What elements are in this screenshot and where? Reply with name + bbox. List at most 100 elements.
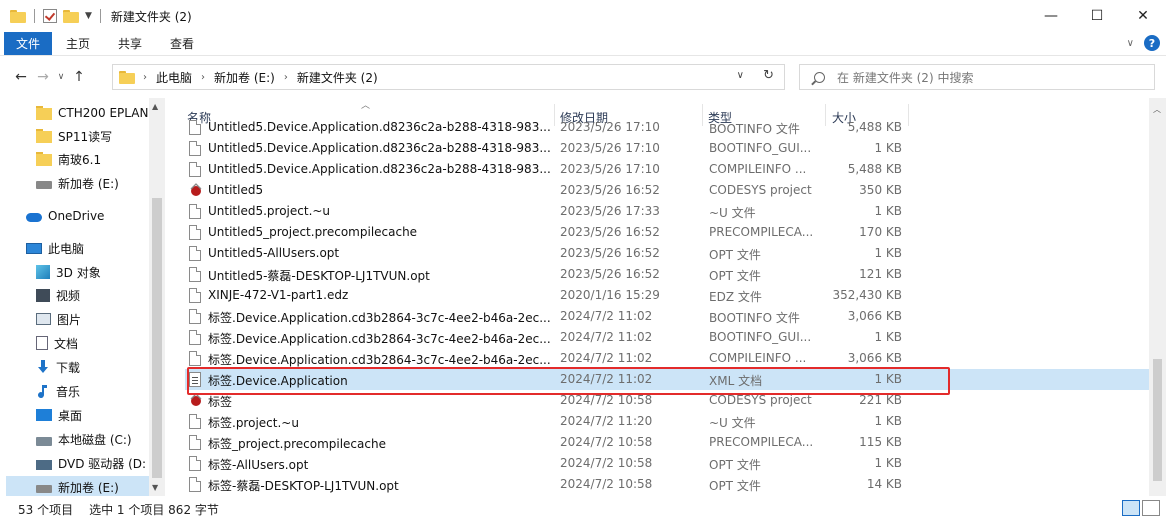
table-row[interactable]: 标签.Device.Application.cd3b2864-3c7c-4ee2… — [185, 327, 1151, 348]
forward-arrow-icon[interactable]: → — [32, 69, 54, 85]
breadcrumb-current-folder[interactable]: 新建文件夹 (2) — [297, 69, 378, 86]
table-row[interactable]: Untitled5.Device.Application.d8236c2a-b2… — [185, 138, 1151, 159]
tab-file[interactable]: 文件 — [4, 32, 53, 55]
file-icon — [189, 120, 201, 135]
file-icon — [189, 246, 201, 261]
minimize-button[interactable]: — — [1028, 0, 1074, 32]
dvd-drive-icon — [36, 459, 52, 470]
customize-toolbar-arrow-icon[interactable]: ▼ — [85, 11, 92, 21]
table-row[interactable]: 标签-AllUsers.opt 2024/7/2 10:58 OPT 文件 1 … — [185, 453, 1151, 474]
table-row-selected[interactable]: 标签.Device.Application 2024/7/2 11:02 XML… — [185, 369, 1151, 390]
scroll-up-arrow-icon[interactable]: ︿ — [1153, 104, 1161, 115]
desktop-icon — [36, 409, 52, 421]
breadcrumb-this-pc[interactable]: 此电脑 — [156, 69, 192, 86]
file-icon — [189, 330, 201, 345]
item-count: 53 个项目 — [18, 502, 74, 517]
drive-icon — [36, 181, 52, 189]
file-icon — [189, 309, 201, 324]
breadcrumb-separator-icon[interactable]: › — [201, 72, 205, 83]
scroll-up-arrow-icon[interactable]: ▲ — [152, 102, 158, 111]
table-row[interactable]: 标签.project.~u 2024/7/2 11:20 ~U 文件 1 KB — [185, 411, 1151, 432]
nav-scroll-thumb[interactable] — [152, 198, 162, 478]
file-icon — [189, 141, 201, 156]
properties-icon[interactable] — [43, 9, 57, 23]
help-icon[interactable]: ? — [1144, 35, 1160, 51]
codesys-icon — [189, 393, 203, 407]
details-view-icon[interactable] — [1122, 500, 1140, 516]
file-icon — [189, 288, 201, 303]
search-box[interactable]: 在 新建文件夹 (2) 中搜索 — [799, 64, 1155, 90]
documents-icon — [36, 336, 48, 350]
table-row[interactable]: XINJE-472-V1-part1.edz 2020/1/16 15:29 E… — [185, 285, 1151, 306]
download-icon — [36, 360, 50, 374]
large-icons-view-icon[interactable] — [1142, 500, 1160, 516]
table-row[interactable]: Untitled5_project.precompilecache 2023/5… — [185, 222, 1151, 243]
folder-icon — [36, 106, 52, 120]
table-row[interactable]: 标签-蔡磊-DESKTOP-LJ1TVUN.opt 2024/7/2 10:58… — [185, 474, 1151, 495]
table-row[interactable]: Untitled5.Device.Application.d8236c2a-b2… — [185, 117, 1151, 138]
file-icon — [189, 435, 201, 450]
toolbar-divider — [99, 9, 101, 23]
title-bar: ▼ 新建文件夹 (2) — ☐ ✕ — [0, 0, 1166, 32]
table-row[interactable]: 标签_project.precompilecache 2024/7/2 10:5… — [185, 432, 1151, 453]
pictures-icon — [36, 313, 51, 325]
file-icon — [189, 162, 201, 177]
table-row[interactable]: 标签.Device.Application.cd3b2864-3c7c-4ee2… — [185, 348, 1151, 369]
folder-icon — [10, 9, 26, 23]
file-list-scroll-thumb[interactable] — [1153, 359, 1162, 481]
sort-ascending-icon: ︿ — [361, 101, 371, 111]
table-row[interactable]: Untitled5-蔡磊-DESKTOP-LJ1TVUN.opt 2023/5/… — [185, 264, 1151, 285]
video-icon — [36, 288, 50, 302]
file-list: ︿ 名称 修改日期 类型 大小 Untitled5.Device.Applica… — [165, 98, 1166, 496]
tab-share[interactable]: 共享 — [104, 32, 156, 55]
file-icon — [189, 225, 201, 240]
breadcrumb-separator-icon[interactable]: › — [284, 72, 288, 83]
table-row[interactable]: Untitled5-AllUsers.opt 2023/5/26 16:52 O… — [185, 243, 1151, 264]
breadcrumb-drive-e[interactable]: 新加卷 (E:) — [214, 69, 275, 86]
file-icon — [189, 351, 201, 366]
address-history-chevron-icon[interactable]: ∨ — [737, 70, 744, 81]
folder-icon — [36, 152, 52, 166]
back-arrow-icon[interactable]: ← — [10, 69, 32, 85]
breadcrumb-separator-icon[interactable]: › — [143, 72, 147, 83]
quick-access-toolbar: ▼ — [0, 9, 103, 23]
refresh-icon[interactable]: ↻ — [763, 68, 774, 83]
table-row[interactable]: 标签 2024/7/2 10:58 CODESYS project 221 KB — [185, 390, 1151, 411]
tab-view[interactable]: 查看 — [156, 32, 208, 55]
drive-icon — [36, 485, 52, 493]
this-pc-icon — [26, 243, 42, 254]
3d-objects-icon — [36, 265, 50, 279]
folder-icon — [119, 70, 135, 84]
folder-icon — [36, 129, 52, 143]
nav-item-drive-e-selected[interactable]: 新加卷 (E:) — [6, 476, 149, 498]
music-icon — [36, 384, 50, 399]
address-bar[interactable]: › 此电脑 › 新加卷 (E:) › 新建文件夹 (2) ∨ ↻ — [112, 64, 785, 90]
table-row[interactable]: Untitled5.Device.Application.d8236c2a-b2… — [185, 159, 1151, 180]
xml-document-icon — [189, 372, 201, 387]
onedrive-icon — [26, 213, 42, 222]
new-folder-icon[interactable] — [63, 9, 79, 23]
local-disk-icon — [36, 436, 52, 446]
selection-info: 选中 1 个项目 862 字节 — [89, 502, 219, 517]
file-icon — [189, 456, 201, 471]
window-title: 新建文件夹 (2) — [110, 9, 192, 24]
file-icon — [189, 204, 201, 219]
maximize-button[interactable]: ☐ — [1074, 0, 1120, 32]
search-placeholder: 在 新建文件夹 (2) 中搜索 — [837, 70, 974, 85]
codesys-icon — [189, 183, 203, 197]
file-list-scrollbar[interactable]: ︿ — [1149, 98, 1166, 496]
up-arrow-icon[interactable]: ↑ — [68, 69, 90, 85]
table-row[interactable]: 标签.Device.Application.cd3b2864-3c7c-4ee2… — [185, 306, 1151, 327]
table-row[interactable]: Untitled5.project.~u 2023/5/26 17:33 ~U … — [185, 201, 1151, 222]
file-icon — [189, 267, 201, 282]
navigation-pane: CTH200 EPLAN SP11读写 南玻6.1 新加卷 (E:) OneDr… — [0, 98, 165, 498]
file-icon — [189, 477, 201, 492]
table-row[interactable]: Untitled5 2023/5/26 16:52 CODESYS projec… — [185, 180, 1151, 201]
close-button[interactable]: ✕ — [1120, 0, 1166, 32]
expand-ribbon-chevron-icon[interactable]: ∨ — [1127, 38, 1134, 49]
nav-scrollbar[interactable]: ▲ ▼ — [149, 98, 165, 496]
file-icon — [189, 414, 201, 429]
scroll-down-arrow-icon[interactable]: ▼ — [152, 483, 158, 492]
tab-home[interactable]: 主页 — [52, 32, 104, 55]
recent-locations-chevron-icon[interactable]: ∨ — [54, 72, 68, 82]
